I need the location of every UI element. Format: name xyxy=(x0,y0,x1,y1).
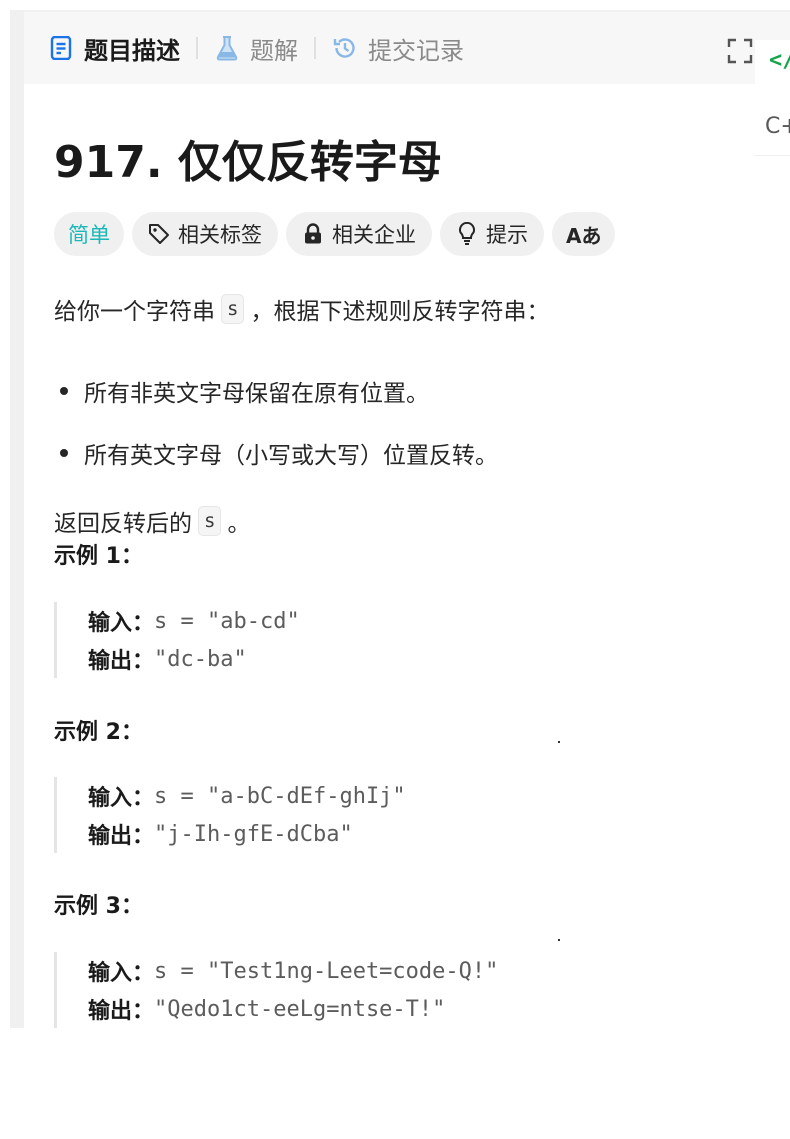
bullet-dot xyxy=(60,449,68,457)
input-value: s = "ab-cd" xyxy=(154,608,300,634)
tab-description[interactable]: 题目描述 xyxy=(48,12,180,84)
intro-paragraph: 给你一个字符串 s ，根据下述规则反转字符串： xyxy=(54,292,549,326)
related-tags-label: 相关标签 xyxy=(178,223,262,247)
rule-text: 所有非英文字母保留在原有位置。 xyxy=(84,381,429,407)
tab-submissions-label: 提交记录 xyxy=(368,36,464,65)
example-heading: 示例 1： xyxy=(54,544,143,569)
list-item: 所有非英文字母保留在原有位置。 xyxy=(54,374,429,408)
return-paragraph: 返回反转后的 s 。 xyxy=(54,504,250,538)
example-block: 输入： s = "ab-cd" 输出： "dc-ba" xyxy=(54,602,754,678)
tag-icon xyxy=(148,223,170,245)
intro-text: ，根据下述规则反转字符串： xyxy=(250,299,550,325)
history-icon xyxy=(332,35,358,61)
code-icon: </ xyxy=(769,48,790,73)
tab-submissions[interactable]: 提交记录 xyxy=(332,12,464,84)
tab-description-label: 题目描述 xyxy=(84,36,180,65)
flask-icon xyxy=(214,35,240,61)
input-label: 输入： xyxy=(88,611,155,636)
example-input-line: 输入： s = "Test1ng-Leet=code-Q!" xyxy=(88,952,754,990)
tab-bar: 题目描述 题解 提交记录 xyxy=(24,12,790,84)
input-value: s = "a-bC-dEf-ghIj" xyxy=(154,783,406,809)
output-value: "Qedo1ct-eeLg=ntse-T!" xyxy=(154,996,446,1022)
bullet-dot xyxy=(60,387,68,395)
return-text: 返回反转后的 xyxy=(54,511,192,537)
return-text: 。 xyxy=(227,511,251,537)
translate-button[interactable]: Aあ xyxy=(552,212,616,256)
related-tags-button[interactable]: 相关标签 xyxy=(132,212,278,256)
output-value: "j-Ih-gfE-dCba" xyxy=(154,821,353,847)
tab-solutions-label: 题解 xyxy=(250,36,298,65)
difficulty-badge[interactable]: 简单 xyxy=(54,212,124,256)
output-value: "dc-ba" xyxy=(154,646,247,672)
code-editor-edge: </ C+ xyxy=(755,40,790,156)
rule-text: 所有英文字母（小写或大写）位置反转。 xyxy=(84,443,498,469)
example-output-line: 输出： "j-Ih-gfE-dCba" xyxy=(88,815,754,853)
stray-dot xyxy=(558,939,560,941)
problem-panel: 题目描述 题解 提交记录 917. 仅仅反转字母 简单 相关标签 相关企业 提示… xyxy=(24,12,790,1028)
example-output-line: 输出： "dc-ba" xyxy=(88,640,754,678)
example-heading: 示例 2： xyxy=(54,720,143,745)
example-input-line: 输入： s = "ab-cd" xyxy=(88,602,754,640)
input-value: s = "Test1ng-Leet=code-Q!" xyxy=(154,958,499,984)
input-label: 输入： xyxy=(88,786,155,811)
document-icon xyxy=(48,35,74,61)
input-label: 输入： xyxy=(88,961,155,986)
output-label: 输出： xyxy=(88,649,155,674)
inline-code: s xyxy=(198,506,222,536)
lock-icon xyxy=(302,223,324,245)
hint-label: 提示 xyxy=(486,223,528,247)
related-companies-label: 相关企业 xyxy=(332,223,416,247)
fullscreen-icon[interactable] xyxy=(727,38,753,64)
language-selector[interactable]: C+ xyxy=(765,114,790,139)
tab-solutions[interactable]: 题解 xyxy=(214,12,298,84)
example-input-line: 输入： s = "a-bC-dEf-ghIj" xyxy=(88,777,754,815)
lightbulb-icon xyxy=(456,222,478,245)
hint-button[interactable]: 提示 xyxy=(440,212,544,256)
output-label: 输出： xyxy=(88,999,155,1024)
example-heading: 示例 3： xyxy=(54,894,143,919)
tag-row: 简单 相关标签 相关企业 提示 Aあ xyxy=(54,212,616,256)
stray-dot xyxy=(558,741,560,743)
example-block: 输入： s = "a-bC-dEf-ghIj" 输出： "j-Ih-gfE-dC… xyxy=(54,777,754,853)
intro-text: 给你一个字符串 xyxy=(54,299,215,325)
example-block: 输入： s = "Test1ng-Leet=code-Q!" 输出： "Qedo… xyxy=(54,952,754,1028)
related-companies-button[interactable]: 相关企业 xyxy=(286,212,432,256)
translate-icon: Aあ xyxy=(566,223,602,248)
problem-title: 917. 仅仅反转字母 xyxy=(54,137,442,188)
tab-divider xyxy=(196,37,198,59)
output-label: 输出： xyxy=(88,824,155,849)
example-output-line: 输出： "Qedo1ct-eeLg=ntse-T!" xyxy=(88,990,754,1028)
tab-divider xyxy=(314,37,316,59)
inline-code: s xyxy=(221,294,245,324)
list-item: 所有英文字母（小写或大写）位置反转。 xyxy=(54,436,498,470)
